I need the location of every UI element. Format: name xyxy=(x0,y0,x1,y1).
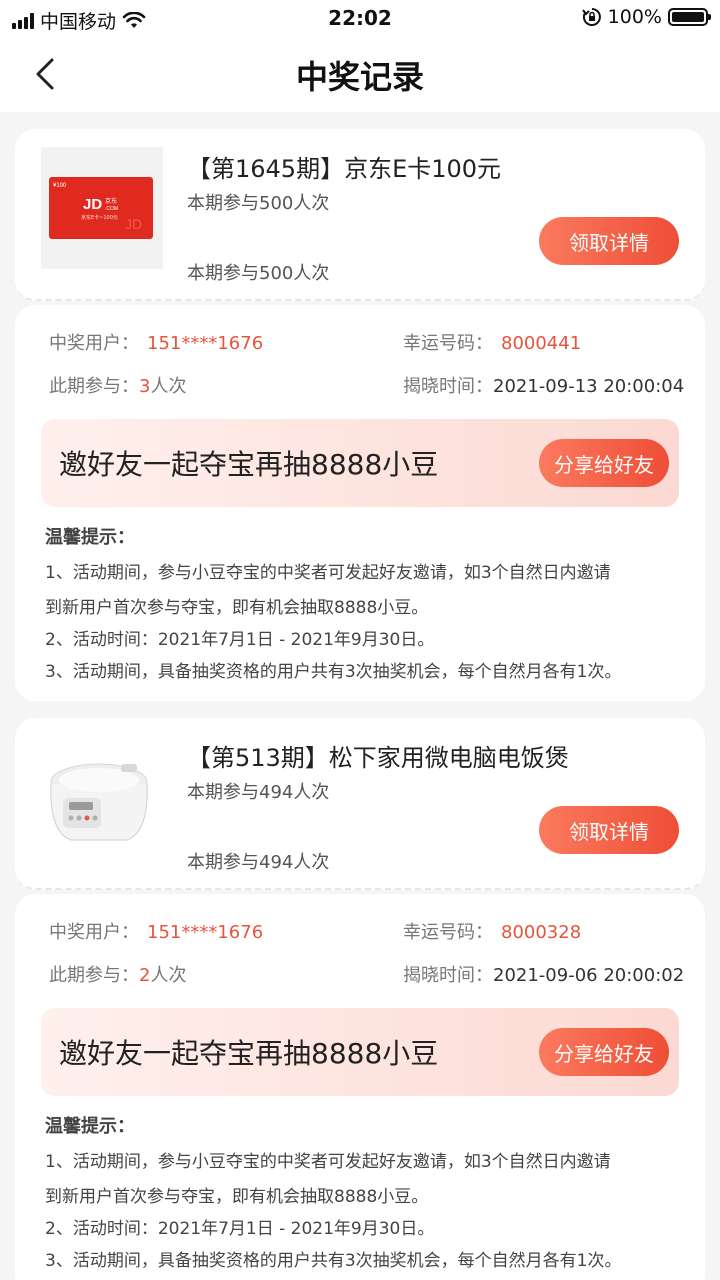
battery-icon xyxy=(668,8,711,26)
record-card-top: 【第513期】松下家用微电脑电饭煲 本期参与494人次 本期参与494人次 领取… xyxy=(15,718,705,890)
svg-text:.COM: .COM xyxy=(105,206,118,212)
winner-user: 中奖用户： 151****1676 xyxy=(49,329,263,355)
tip-line: 到新用户首次参与夺宝，即有机会抽取8888小豆。 xyxy=(45,1187,429,1207)
svg-text:京东: 京东 xyxy=(105,197,117,205)
product-image[interactable]: ¥100 JD 京东 .COM 京东E卡~100元 JD xyxy=(41,147,163,269)
winner-label: 中奖用户： xyxy=(49,333,139,354)
lucky-value: 8000441 xyxy=(501,333,582,354)
claim-details-button[interactable]: 领取详情 xyxy=(539,806,679,854)
reveal-time: 揭晓时间：2021-09-06 20:00:02 xyxy=(403,961,684,987)
record-card-details: 中奖用户： 151****1676 幸运号码： 8000328 此期参与：2人次 揭… xyxy=(15,894,705,1280)
svg-text:京东E卡~100元: 京东E卡~100元 xyxy=(81,214,118,221)
record-card-details: 中奖用户： 151****1676 幸运号码： 8000441 此期参与：3人次 揭… xyxy=(15,305,705,701)
period-count: 3 xyxy=(139,376,151,397)
period-label: 此期参与： xyxy=(49,376,139,397)
winner-label: 中奖用户： xyxy=(49,922,139,943)
tip-line: 3、活动期间，具备抽奖资格的用户共有3次抽奖机会，每个自然月各有1次。 xyxy=(45,662,622,682)
reveal-label: 揭晓时间： xyxy=(403,376,493,397)
invite-text: 邀好友一起夺宝再抽8888小豆 xyxy=(59,1037,439,1070)
participants-text: 本期参与500人次 xyxy=(187,193,330,214)
winner-value: 151****1676 xyxy=(147,922,264,943)
tip-line: 2、活动时间：2021年7月1日 - 2021年9月30日。 xyxy=(45,630,435,650)
lucky-number: 幸运号码： 8000328 xyxy=(403,918,581,944)
header-area: 中国移动 22:02 100% 中奖记录 xyxy=(0,0,720,112)
participants-text: 本期参与500人次 xyxy=(187,263,330,284)
invite-banner: 邀好友一起夺宝再抽8888小豆 分享给好友 xyxy=(41,419,679,507)
period-count: 2 xyxy=(139,965,151,986)
status-bar: 中国移动 22:02 100% xyxy=(0,0,720,36)
participants-text: 本期参与494人次 xyxy=(187,852,330,873)
period-unit: 人次 xyxy=(150,965,187,986)
nav-bar: 中奖记录 xyxy=(0,36,720,112)
tip-line: 1、活动期间，参与小豆夺宝的中奖者可发起好友邀请，如3个自然日内邀请 xyxy=(45,563,611,583)
reveal-value: 2021-09-06 20:00:02 xyxy=(493,965,685,986)
invite-banner: 邀好友一起夺宝再抽8888小豆 分享给好友 xyxy=(41,1008,679,1096)
lucky-label: 幸运号码： xyxy=(403,922,493,943)
lucky-label: 幸运号码： xyxy=(403,333,493,354)
tips-title: 温馨提示： xyxy=(45,527,135,548)
battery-percent: 100% xyxy=(607,6,662,28)
lucky-value: 8000328 xyxy=(501,922,582,943)
period-participation: 此期参与：2人次 xyxy=(49,961,186,987)
participants-text: 本期参与494人次 xyxy=(187,782,330,803)
tip-line: 到新用户首次参与夺宝，即有机会抽取8888小豆。 xyxy=(45,598,429,618)
product-image[interactable] xyxy=(41,736,163,858)
period-participation: 此期参与：3人次 xyxy=(49,372,186,398)
reveal-time: 揭晓时间：2021-09-13 20:00:04 xyxy=(403,372,684,398)
svg-text:JD: JD xyxy=(83,196,102,213)
lucky-number: 幸运号码： 8000441 xyxy=(403,329,581,355)
invite-text: 邀好友一起夺宝再抽8888小豆 xyxy=(59,448,439,481)
svg-text:JD: JD xyxy=(125,216,142,232)
claim-details-button[interactable]: 领取详情 xyxy=(539,217,679,265)
rotation-lock-icon xyxy=(581,8,601,26)
jd-gift-card-image: ¥100 JD 京东 .COM 京东E卡~100元 JD xyxy=(41,147,163,269)
period-label: 此期参与： xyxy=(49,965,139,986)
share-to-friend-button[interactable]: 分享给好友 xyxy=(539,439,669,487)
rice-cooker-image xyxy=(41,736,163,858)
tips-title: 温馨提示： xyxy=(45,1116,135,1137)
tip-line: 3、活动期间，具备抽奖资格的用户共有3次抽奖机会，每个自然月各有1次。 xyxy=(45,1251,622,1271)
svg-text:¥100: ¥100 xyxy=(53,183,67,189)
tip-line: 2、活动时间：2021年7月1日 - 2021年9月30日。 xyxy=(45,1219,435,1239)
page-title: 中奖记录 xyxy=(295,58,424,96)
reveal-value: 2021-09-13 20:00:04 xyxy=(493,376,685,397)
product-title: 【第513期】松下家用微电脑电饭煲 xyxy=(187,744,569,772)
record-card-top: ¥100 JD 京东 .COM 京东E卡~100元 JD 【第1645期】京东E… xyxy=(15,129,705,301)
status-right: 100% xyxy=(581,6,711,28)
tip-line: 1、活动期间，参与小豆夺宝的中奖者可发起好友邀请，如3个自然日内邀请 xyxy=(45,1152,611,1172)
winner-user: 中奖用户： 151****1676 xyxy=(49,918,263,944)
reveal-label: 揭晓时间： xyxy=(403,965,493,986)
share-to-friend-button[interactable]: 分享给好友 xyxy=(539,1028,669,1076)
product-title: 【第1645期】京东E卡100元 xyxy=(187,155,502,183)
period-unit: 人次 xyxy=(150,376,187,397)
winner-value: 151****1676 xyxy=(147,333,264,354)
